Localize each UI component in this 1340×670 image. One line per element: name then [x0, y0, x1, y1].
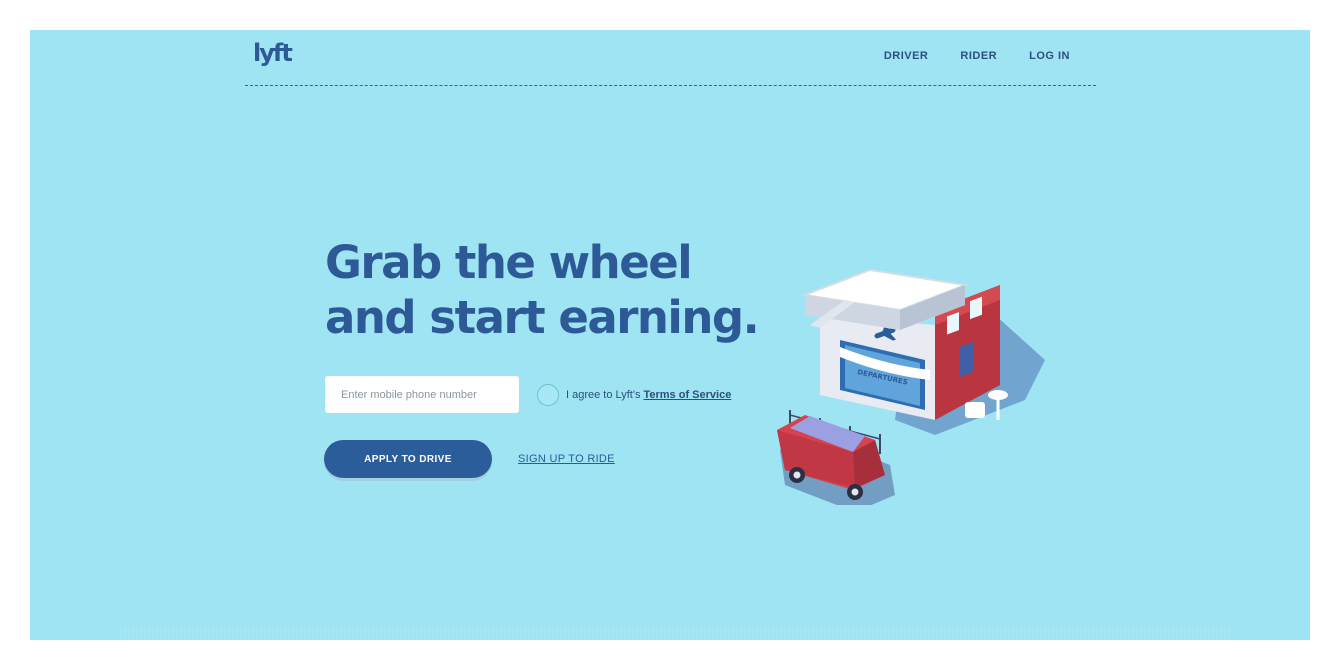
lyft-logo[interactable]: lyft: [253, 41, 293, 65]
main-nav: DRIVER RIDER LOG IN: [884, 50, 1096, 62]
nav-login[interactable]: LOG IN: [1029, 50, 1070, 62]
bottom-dotted-band: [120, 628, 1230, 640]
terms-of-service-link[interactable]: Terms of Service: [643, 389, 731, 401]
hero-section: Grab the wheel and start earning.: [325, 235, 765, 345]
nav-driver[interactable]: DRIVER: [884, 50, 929, 62]
sign-up-to-ride-link[interactable]: SIGN UP TO RIDE: [518, 453, 615, 465]
headline-line-2: and start earning.: [325, 291, 760, 344]
nav-rider[interactable]: RIDER: [960, 50, 997, 62]
page-background: lyft DRIVER RIDER LOG IN Grab the wheel …: [30, 30, 1310, 640]
top-navigation: lyft DRIVER RIDER LOG IN: [245, 30, 1096, 86]
red-car: [777, 415, 895, 505]
signup-form: I agree to Lyft's Terms of Service: [325, 376, 731, 413]
airport-car-illustration: DEPARTURES: [777, 268, 1045, 505]
apply-to-drive-button[interactable]: APPLY TO DRIVE: [324, 440, 492, 478]
headline-line-1: Grab the wheel: [325, 236, 693, 289]
hero-headline: Grab the wheel and start earning.: [325, 235, 765, 345]
terms-agreement: I agree to Lyft's Terms of Service: [537, 383, 731, 406]
agree-text: I agree to Lyft's: [566, 388, 641, 401]
cta-row: APPLY TO DRIVE SIGN UP TO RIDE: [324, 440, 615, 478]
agree-checkbox[interactable]: [537, 383, 559, 406]
phone-number-input[interactable]: [325, 376, 519, 413]
